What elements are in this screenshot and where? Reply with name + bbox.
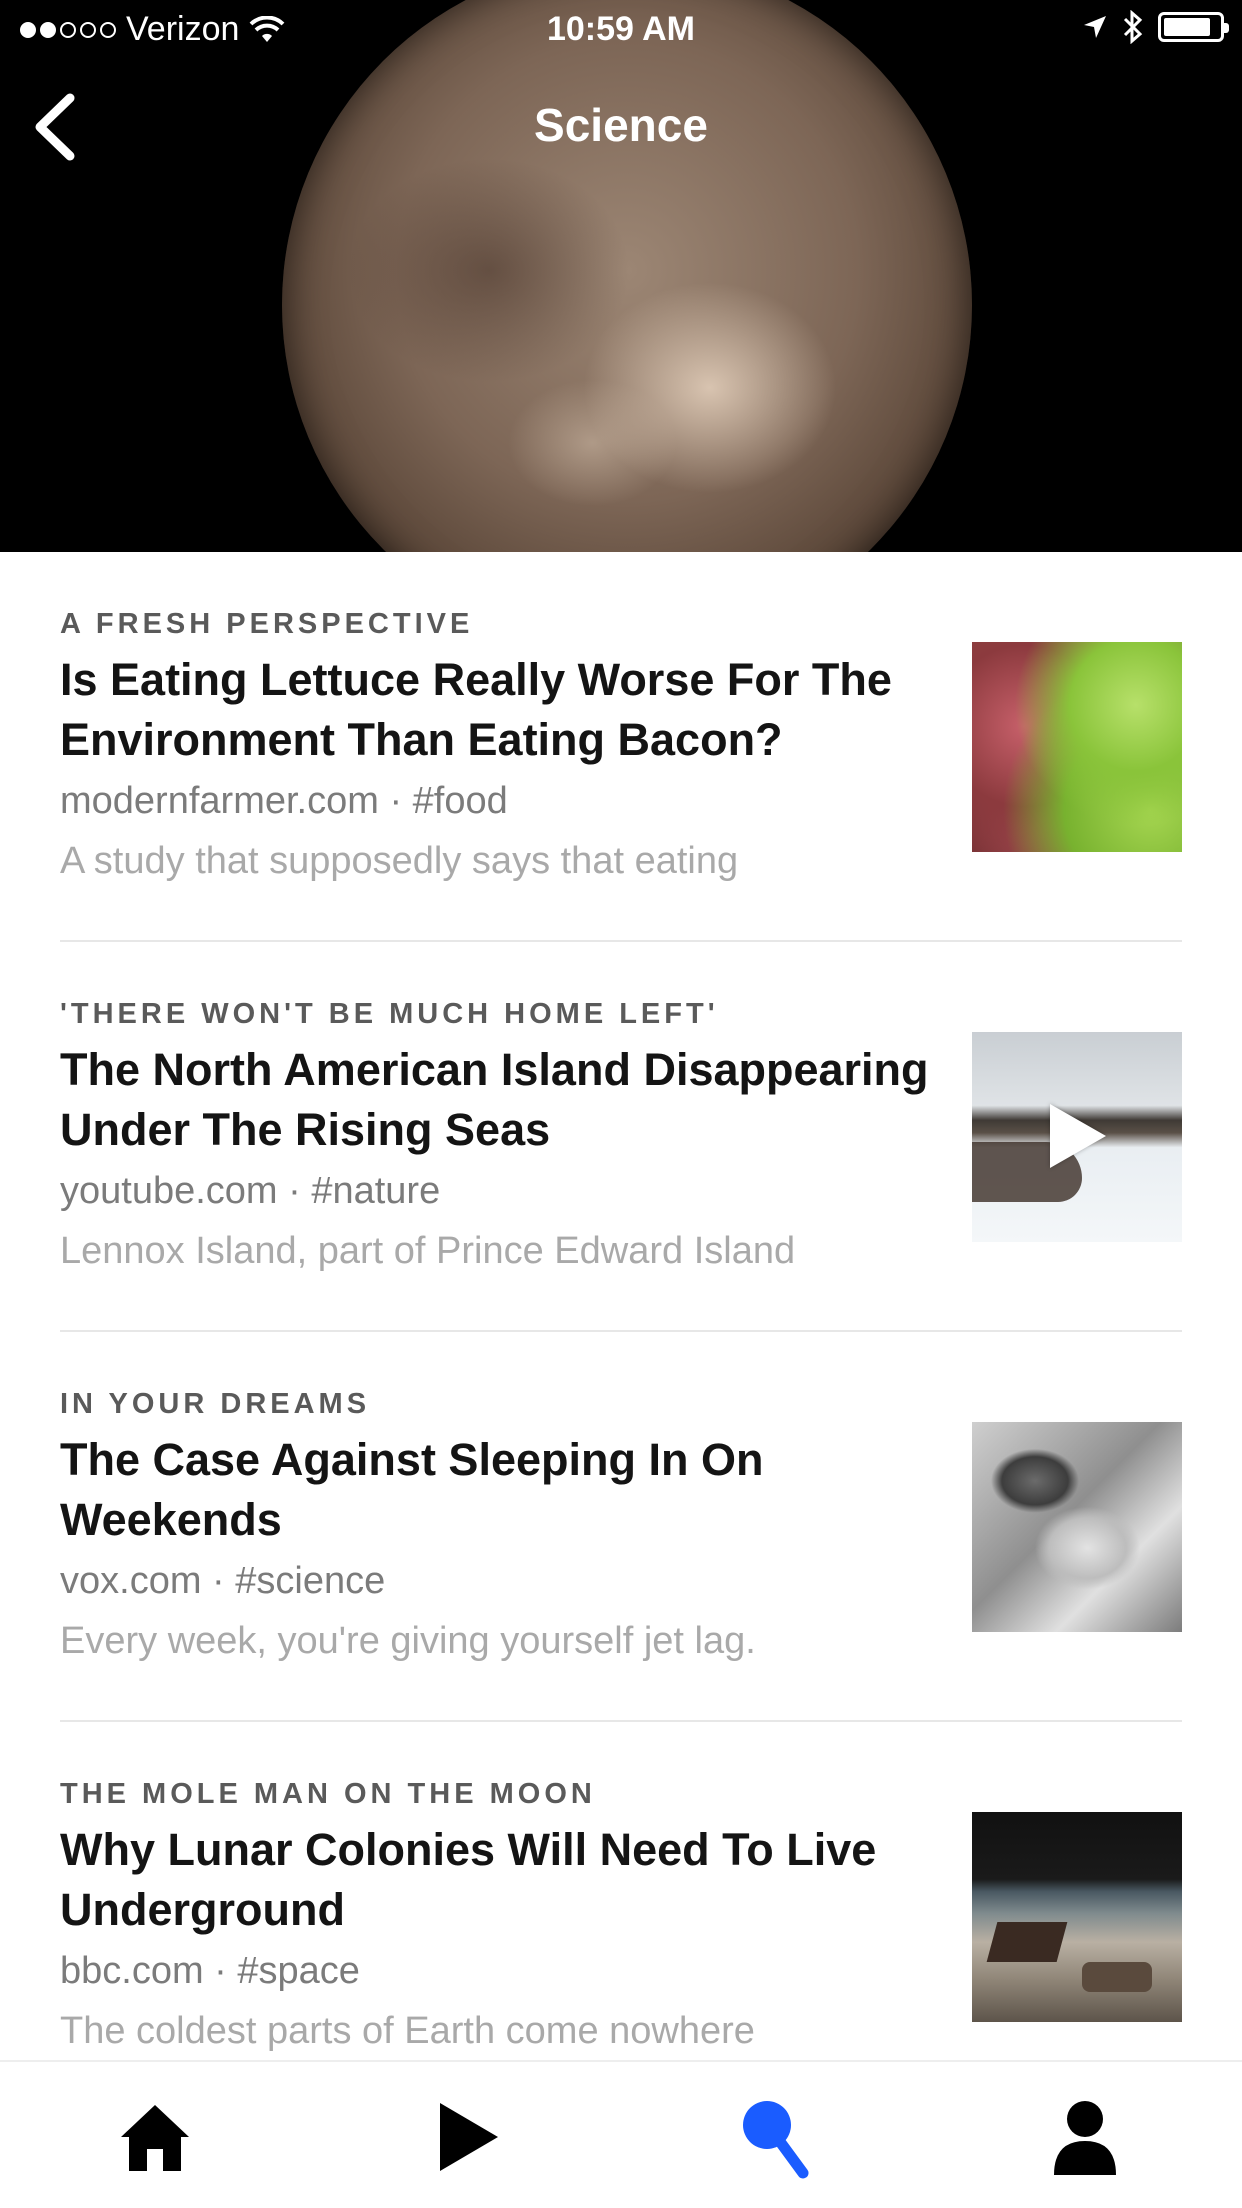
article-kicker: 'THERE WON'T BE MUCH HOME LEFT'	[60, 998, 719, 1030]
header-hero: Verizon 10:59 AM Science	[0, 0, 1242, 552]
article-item[interactable]: THE MOLE MAN ON THE MOON Why Lunar Colon…	[60, 1722, 1182, 2112]
article-title[interactable]: Why Lunar Colonies Will Need To Live Und…	[60, 1820, 940, 1940]
article-thumbnail[interactable]	[972, 642, 1182, 852]
article-item[interactable]: IN YOUR DREAMS The Case Against Sleeping…	[60, 1332, 1182, 1722]
tab-search[interactable]	[730, 2092, 820, 2182]
article-title[interactable]: The North American Island Disappearing U…	[60, 1040, 940, 1160]
tab-profile[interactable]	[1040, 2092, 1130, 2182]
article-source: youtube.com · #nature	[60, 1170, 441, 1212]
tab-video[interactable]	[422, 2092, 512, 2182]
page-title: Science	[534, 99, 708, 151]
article-source: vox.com · #science	[60, 1560, 386, 1602]
article-kicker: A FRESH PERSPECTIVE	[60, 608, 474, 640]
article-thumbnail[interactable]	[972, 1812, 1182, 2022]
article-description: Every week, you're giving yourself jet l…	[60, 1620, 756, 1662]
article-title[interactable]: The Case Against Sleeping In On Weekends	[60, 1430, 940, 1550]
play-icon	[440, 2103, 498, 2171]
article-item[interactable]: 'THERE WON'T BE MUCH HOME LEFT' The Nort…	[60, 942, 1182, 1332]
bottom-tab-bar	[0, 2060, 1242, 2208]
search-icon	[743, 2101, 809, 2179]
play-icon	[1050, 1104, 1106, 1168]
bluetooth-icon	[1123, 10, 1143, 44]
article-item[interactable]: A FRESH PERSPECTIVE Is Eating Lettuce Re…	[60, 552, 1182, 942]
pluto-hero-image	[282, 0, 972, 552]
battery-icon	[1158, 12, 1229, 42]
article-thumbnail[interactable]	[972, 1422, 1182, 1632]
home-icon	[121, 2105, 189, 2171]
status-time: 10:59 AM	[546, 10, 696, 48]
article-kicker: THE MOLE MAN ON THE MOON	[60, 1778, 596, 1810]
article-kicker: IN YOUR DREAMS	[60, 1388, 371, 1420]
science-feed-screen: Verizon 10:59 AM Science A FRESH PERSPEC…	[0, 0, 1242, 2208]
status-right	[1082, 10, 1229, 44]
article-source: modernfarmer.com · #food	[60, 780, 508, 822]
location-arrow-icon	[1084, 16, 1106, 38]
article-description: Lennox Island, part of Prince Edward Isl…	[60, 1230, 796, 1272]
tab-home[interactable]	[110, 2092, 200, 2182]
article-thumbnail[interactable]	[972, 1032, 1182, 1242]
article-title[interactable]: Is Eating Lettuce Really Worse For The E…	[60, 650, 940, 770]
article-description: A study that supposedly says that eating	[60, 840, 739, 882]
person-icon	[1054, 2101, 1116, 2175]
article-description: The coldest parts of Earth come nowhere	[60, 2010, 755, 2052]
status-bar: Verizon 10:59 AM	[0, 0, 1242, 60]
article-source: bbc.com · #space	[60, 1950, 360, 1992]
